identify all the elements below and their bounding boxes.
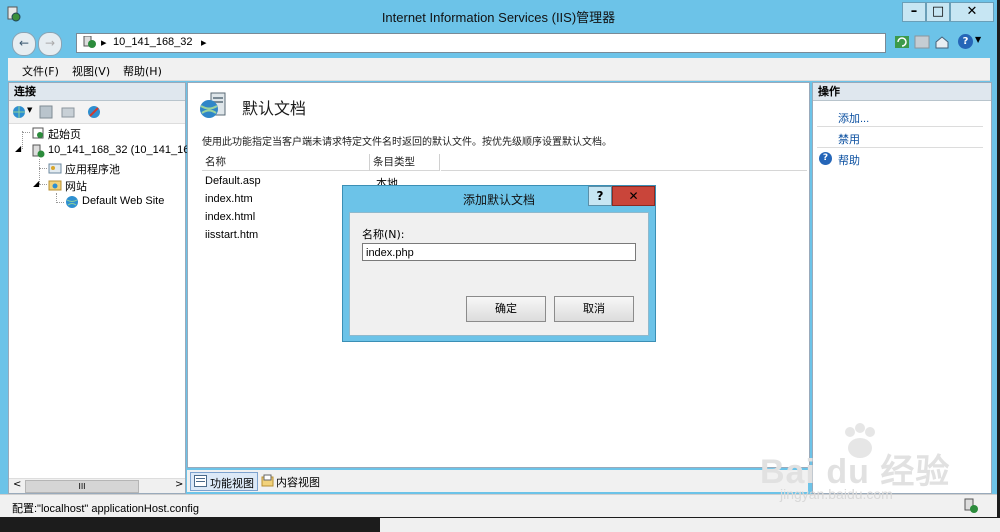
cancel-button[interactable]: 取消 bbox=[554, 296, 634, 322]
watermark-url: jingyan.baidu.com bbox=[780, 486, 893, 502]
connect-dropdown-icon[interactable]: ▼ bbox=[27, 106, 32, 114]
view-tabs: 功能视图 内容视图 bbox=[187, 470, 808, 492]
dialog-close-button[interactable]: ✕ bbox=[612, 186, 655, 206]
connections-pane: 连接 ▼ 起始页 ◢ 10_141_168_32 (10_141_168 应用程… bbox=[8, 82, 195, 494]
scroll-right-icon[interactable]: > bbox=[175, 479, 183, 490]
tree-item-sites[interactable]: 网站 bbox=[65, 178, 87, 194]
breadcrumb-server[interactable]: 10_141_168_32 bbox=[113, 36, 193, 48]
window-title: Internet Information Services (IIS)管理器 bbox=[381, 10, 616, 25]
save-icon[interactable] bbox=[39, 105, 53, 119]
dialog-help-button[interactable]: ? bbox=[588, 186, 612, 206]
table-row-name[interactable]: index.html bbox=[205, 211, 255, 223]
up-level-icon[interactable] bbox=[61, 105, 75, 119]
menu-view[interactable]: 视图(V) bbox=[72, 63, 110, 79]
menu-file[interactable]: 文件(F) bbox=[22, 63, 59, 79]
connections-header: 连接 bbox=[9, 83, 185, 101]
name-input[interactable]: index.php bbox=[362, 243, 636, 261]
refresh-icon[interactable] bbox=[894, 35, 910, 49]
connect-globe-icon[interactable] bbox=[12, 105, 26, 119]
help-icon[interactable]: ? bbox=[958, 34, 973, 49]
connections-horizontal-scrollbar[interactable]: < III > bbox=[9, 478, 185, 493]
menu-bar: 文件(F) 视图(V) 帮助(H) bbox=[8, 58, 990, 81]
action-disable-link[interactable]: 禁用 bbox=[838, 131, 860, 147]
forward-button[interactable]: → bbox=[38, 32, 62, 56]
column-header-entry-type[interactable]: 条目类型 bbox=[370, 154, 440, 171]
home-icon[interactable] bbox=[934, 35, 950, 49]
column-header-name[interactable]: 名称 bbox=[202, 154, 370, 171]
status-text: 配置:"localhost" applicationHost.config bbox=[12, 503, 199, 515]
close-button[interactable]: ✕ bbox=[950, 2, 994, 22]
action-add-link[interactable]: 添加... bbox=[838, 110, 869, 126]
tab-content-view[interactable]: 内容视图 bbox=[276, 474, 320, 490]
ok-button[interactable]: 确定 bbox=[466, 296, 546, 322]
server-icon bbox=[83, 36, 96, 48]
name-field-label: 名称(N): bbox=[362, 228, 405, 241]
features-view-icon bbox=[194, 475, 207, 487]
action-help-icon: ? bbox=[819, 152, 832, 165]
tree-collapse-server-icon[interactable]: ◢ bbox=[15, 144, 21, 153]
baidu-watermark: Bai du 经验 jingyan.baidu.com bbox=[760, 420, 995, 510]
breadcrumb-separator-icon: ▸ bbox=[101, 37, 107, 49]
dialog-body: 名称(N): index.php 确定 取消 bbox=[349, 212, 649, 336]
sites-folder-icon bbox=[48, 180, 62, 191]
page-description: 使用此功能指定当客户端未请求特定文件名时返回的默认文件。按优先级顺序设置默认文档… bbox=[202, 137, 612, 148]
tree-collapse-sites-icon[interactable]: ◢ bbox=[33, 179, 39, 188]
table-row-name[interactable]: Default.asp bbox=[205, 175, 261, 187]
start-page-icon bbox=[32, 127, 44, 139]
tree-item-start-page[interactable]: 起始页 bbox=[48, 126, 81, 142]
server-node-icon bbox=[32, 144, 45, 158]
scroll-thumb[interactable]: III bbox=[25, 480, 139, 493]
tree-item-app-pools[interactable]: 应用程序池 bbox=[65, 161, 120, 177]
menu-help[interactable]: 帮助(H) bbox=[123, 63, 162, 79]
tab-features-label: 功能视图 bbox=[210, 477, 254, 490]
add-default-document-dialog: 添加默认文档 ? ✕ 名称(N): index.php 确定 取消 bbox=[342, 185, 656, 342]
website-globe-icon bbox=[66, 196, 78, 208]
app-pools-icon bbox=[48, 163, 62, 174]
maximize-button[interactable]: □ bbox=[926, 2, 950, 22]
background-window bbox=[380, 518, 1000, 532]
help-dropdown-chevron-icon[interactable]: ▼ bbox=[975, 35, 981, 44]
back-button[interactable]: ← bbox=[12, 32, 36, 56]
address-bar[interactable]: ▸ 10_141_168_32 ▸ bbox=[76, 33, 886, 53]
tree-item-default-web-site[interactable]: Default Web Site bbox=[82, 195, 164, 207]
breadcrumb-chevron-icon[interactable]: ▸ bbox=[201, 36, 207, 49]
navigation-bar: ← → ▸ 10_141_168_32 ▸ ? ▼ bbox=[8, 30, 990, 56]
tab-features-view[interactable]: 功能视图 bbox=[190, 472, 258, 491]
disconnect-icon[interactable] bbox=[87, 105, 101, 119]
table-row-name[interactable]: index.htm bbox=[205, 193, 253, 205]
stop-icon[interactable] bbox=[914, 35, 930, 49]
scroll-left-icon[interactable]: < bbox=[13, 479, 21, 490]
table-row-name[interactable]: iisstart.htm bbox=[205, 229, 258, 241]
content-view-icon bbox=[261, 474, 274, 487]
default-document-feature-icon bbox=[200, 92, 226, 118]
actions-header: 操作 bbox=[813, 83, 991, 101]
page-title: 默认文档 bbox=[242, 99, 307, 118]
connections-toolbar: ▼ bbox=[9, 101, 185, 124]
minimize-button[interactable]: – bbox=[902, 2, 926, 22]
action-help-link[interactable]: 帮助 bbox=[838, 152, 860, 168]
tree-item-server[interactable]: 10_141_168_32 (10_141_168 bbox=[48, 144, 195, 156]
title-bar: Internet Information Services (IIS)管理器 –… bbox=[0, 0, 997, 30]
